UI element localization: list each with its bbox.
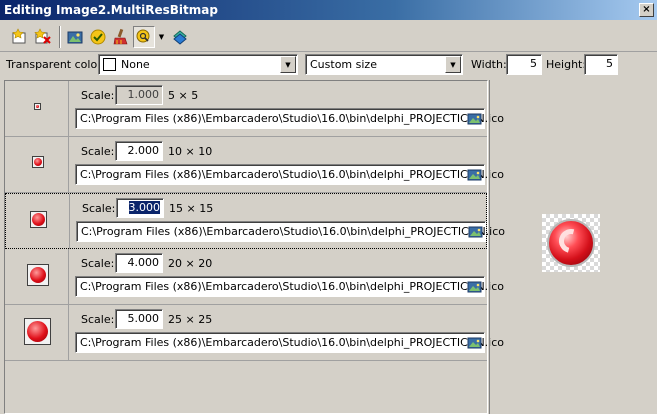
list-item-selected[interactable]: Scale: 3.000 15 × 15 C:\Program Files (x… (5, 193, 505, 249)
clear-icon (113, 28, 128, 45)
toolbar-separator (59, 26, 61, 48)
delete-item-icon (34, 28, 51, 44)
transparent-color-label: Transparent color: (6, 58, 106, 71)
icon-thumbnail (34, 103, 41, 110)
dimensions-text: 5 × 5 (168, 89, 199, 102)
scale-label: Scale: (82, 202, 116, 215)
scale-selected-text: 3.000 (128, 201, 160, 214)
zoom-icon (136, 29, 150, 43)
browse-image-icon (468, 226, 482, 237)
scale-label: Scale: (81, 89, 115, 102)
thumbnail-cell (5, 137, 69, 192)
toolbar: ▼ (0, 20, 657, 52)
browse-button[interactable] (467, 224, 483, 239)
transparent-color-select[interactable]: None ▼ (98, 54, 298, 75)
dimensions-text: 15 × 15 (169, 202, 214, 215)
load-image-button[interactable] (64, 26, 86, 48)
width-input[interactable]: 5 (506, 54, 542, 75)
resolution-list: Scale: 1.000 5 × 5 C:\Program Files (x86… (4, 80, 505, 414)
file-path-text: C:\Program Files (x86)\Embarcadero\Studi… (80, 336, 504, 349)
list-item[interactable]: Scale: 4.000 20 × 20 C:\Program Files (x… (5, 249, 504, 305)
scale-input[interactable]: 2.000 (115, 141, 163, 161)
icon-thumbnail (32, 156, 44, 168)
icon-thumbnail (27, 264, 49, 286)
delete-item-button[interactable] (32, 26, 54, 48)
dimensions-text: 25 × 25 (168, 313, 213, 326)
file-path-field[interactable]: C:\Program Files (x86)\Embarcadero\Studi… (75, 164, 504, 185)
preview-pane (489, 80, 657, 414)
file-path-text: C:\Program Files (x86)\Embarcadero\Studi… (80, 280, 504, 293)
thumbnail-cell (5, 81, 69, 136)
close-button[interactable]: × (639, 3, 654, 17)
height-input[interactable]: 5 (584, 54, 618, 75)
browse-image-icon (467, 113, 481, 124)
transparent-color-value: None (121, 58, 150, 71)
add-new-item-icon (12, 28, 26, 44)
apply-icon (90, 29, 106, 45)
options-row: Transparent color: None ▼ Custom size ▼ … (0, 52, 657, 77)
height-label: Height: (546, 58, 587, 71)
zoom-dropdown-arrow[interactable]: ▼ (157, 28, 166, 46)
size-mode-select[interactable]: Custom size ▼ (305, 54, 463, 75)
file-path-field[interactable]: C:\Program Files (x86)\Embarcadero\Studi… (75, 108, 504, 129)
file-path-text: C:\Program Files (x86)\Embarcadero\Studi… (81, 225, 505, 238)
add-item-button[interactable] (8, 26, 30, 48)
file-path-field[interactable]: C:\Program Files (x86)\Embarcadero\Studi… (76, 221, 505, 242)
dimensions-text: 10 × 10 (168, 145, 213, 158)
size-mode-value: Custom size (310, 58, 377, 71)
browse-button[interactable] (466, 335, 482, 350)
icon-thumbnail (30, 211, 47, 228)
browse-button[interactable] (466, 167, 482, 182)
thumbnail-cell (5, 305, 69, 360)
scale-input[interactable]: 5.000 (115, 309, 163, 329)
fill-icon (173, 30, 187, 45)
file-path-text: C:\Program Files (x86)\Embarcadero\Studi… (80, 168, 504, 181)
list-item[interactable]: Scale: 5.000 25 × 25 C:\Program Files (x… (5, 305, 504, 361)
file-path-field[interactable]: C:\Program Files (x86)\Embarcadero\Studi… (75, 276, 504, 297)
browse-image-icon (467, 337, 481, 348)
icon-preview (542, 214, 600, 272)
browse-button[interactable] (466, 279, 482, 294)
list-item[interactable]: Scale: 1.000 5 × 5 C:\Program Files (x86… (5, 81, 504, 137)
title-bar: Editing Image2.MultiResBitmap × (0, 0, 657, 20)
scale-input: 1.000 (115, 85, 163, 105)
thumbnail-cell (5, 249, 69, 304)
scale-label: Scale: (81, 313, 115, 326)
fill-button[interactable] (169, 26, 191, 48)
scale-label: Scale: (81, 145, 115, 158)
apply-button[interactable] (87, 26, 109, 48)
thumbnail-cell (6, 194, 70, 249)
list-item[interactable]: Scale: 2.000 10 × 10 C:\Program Files (x… (5, 137, 504, 193)
chevron-down-icon[interactable]: ▼ (280, 56, 296, 73)
zoom-button[interactable] (133, 26, 155, 48)
chevron-down-icon: ▼ (158, 33, 165, 41)
file-path-text: C:\Program Files (x86)\Embarcadero\Studi… (80, 112, 504, 125)
window-title: Editing Image2.MultiResBitmap (4, 3, 218, 17)
width-label: Width: (471, 58, 507, 71)
scale-input[interactable]: 3.000 (116, 198, 164, 218)
browse-button[interactable] (466, 111, 482, 126)
clear-button[interactable] (110, 26, 132, 48)
scale-label: Scale: (81, 257, 115, 270)
browse-image-icon (467, 281, 481, 292)
load-image-icon (67, 31, 83, 44)
browse-image-icon (467, 169, 481, 180)
icon-thumbnail (24, 318, 51, 345)
color-swatch (103, 58, 116, 71)
chevron-down-icon[interactable]: ▼ (445, 56, 461, 73)
file-path-field[interactable]: C:\Program Files (x86)\Embarcadero\Studi… (75, 332, 504, 353)
scale-input[interactable]: 4.000 (115, 253, 163, 273)
dimensions-text: 20 × 20 (168, 257, 213, 270)
